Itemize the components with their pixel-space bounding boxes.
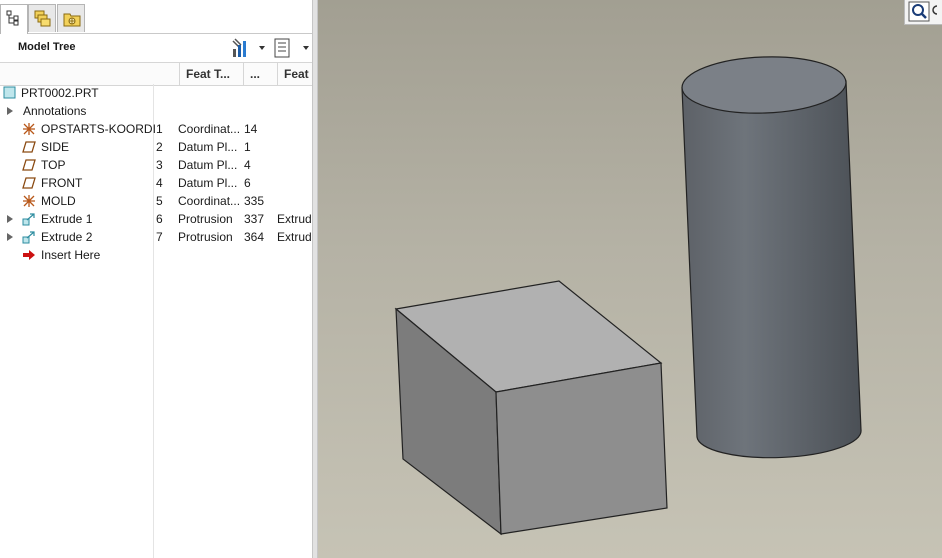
zoom-button[interactable] — [904, 0, 942, 25]
feature-type: Protrusion — [178, 230, 233, 244]
feature-name: Extrude 1 — [41, 212, 93, 226]
feature-number: 1 — [156, 122, 163, 136]
expand-arrow-icon[interactable] — [7, 107, 13, 115]
feature-type: Coordinat... — [178, 194, 241, 208]
expand-arrow-icon[interactable] — [7, 233, 13, 241]
tree-root[interactable]: PRT0002.PRT — [0, 84, 312, 102]
tree-row[interactable]: TOP 3 Datum Pl... 4 — [0, 156, 312, 174]
insert-here-label: Insert Here — [41, 248, 101, 262]
insert-arrow-icon[interactable] — [22, 248, 36, 262]
tab-favorites[interactable] — [57, 4, 85, 32]
tools-icon — [230, 38, 266, 62]
model-tree: PRT0002.PRT Annotations OPSTARTS-KOORDI … — [0, 84, 312, 558]
feature-number: 4 — [156, 176, 163, 190]
graphics-viewport[interactable] — [318, 0, 942, 558]
feature-name: TOP — [41, 158, 66, 172]
root-label: PRT0002.PRT — [21, 86, 99, 100]
feature-type: Datum Pl... — [178, 176, 238, 190]
extrude-1-body[interactable] — [394, 280, 668, 536]
tab-folder-browser[interactable] — [28, 4, 56, 32]
part-icon — [3, 86, 17, 100]
feature-id: 14 — [244, 122, 258, 136]
feature-number: 2 — [156, 140, 163, 154]
list-view-icon — [273, 38, 310, 62]
tree-row[interactable]: SIDE 2 Datum Pl... 1 — [0, 138, 312, 156]
coordinate-system-icon — [22, 122, 36, 136]
feature-name: SIDE — [41, 140, 70, 154]
feature-name: FRONT — [41, 176, 83, 190]
navigator-tab-strip — [0, 0, 312, 34]
feature-id: 4 — [244, 158, 251, 172]
datum-plane-icon — [22, 158, 36, 172]
feature-number: 3 — [156, 158, 163, 172]
column-header-feat-type[interactable]: Feat T... — [179, 63, 243, 85]
panel-title: Model Tree — [18, 41, 76, 53]
model-view — [394, 54, 862, 536]
model-tree-panel: Model Tree Feat T... ... Feat PRT0002.PR… — [0, 0, 312, 558]
feature-number: 7 — [156, 230, 163, 244]
expand-arrow-icon[interactable] — [7, 215, 13, 223]
feature-type: Coordinat... — [178, 122, 241, 136]
magnifier-icon — [905, 1, 942, 27]
annotations-label: Annotations — [23, 104, 87, 118]
tree-row[interactable]: OPSTARTS-KOORDI 1 Coordinat... 14 — [0, 120, 312, 138]
show-dropdown-button[interactable] — [273, 37, 310, 59]
column-header-row: Feat T... ... Feat — [0, 62, 312, 86]
feature-number: 5 — [156, 194, 163, 208]
extrude-icon — [22, 212, 36, 226]
tree-row[interactable]: FRONT 4 Datum Pl... 6 — [0, 174, 312, 192]
datum-plane-icon — [22, 140, 36, 154]
feature-feat: Extrud — [277, 230, 312, 244]
feature-id: 335 — [244, 194, 265, 208]
datum-plane-icon — [22, 176, 36, 190]
column-header-feat-id[interactable]: ... — [243, 63, 277, 85]
feature-type: Datum Pl... — [178, 158, 238, 172]
extrude-icon — [22, 230, 36, 244]
feature-id: 337 — [244, 212, 265, 226]
model-tree-header: Model Tree — [0, 34, 312, 62]
tree-insert-here[interactable]: Insert Here — [0, 246, 312, 264]
feature-name: MOLD — [41, 194, 76, 208]
feature-name: OPSTARTS-KOORDI — [41, 122, 156, 136]
feature-id: 1 — [244, 140, 251, 154]
feature-feat: Extrud — [277, 212, 312, 226]
feature-type: Protrusion — [178, 212, 233, 226]
feature-id: 364 — [244, 230, 265, 244]
coordinate-system-icon — [22, 194, 36, 208]
tree-row[interactable]: Extrude 2 7 Protrusion 364 Extrud — [0, 228, 312, 246]
feature-name: Extrude 2 — [41, 230, 93, 244]
tree-row[interactable]: Extrude 1 6 Protrusion 337 Extrud — [0, 210, 312, 228]
tree-annotations[interactable]: Annotations — [0, 102, 312, 120]
tab-model-tree[interactable] — [0, 4, 28, 34]
extrude-2-body[interactable] — [681, 54, 862, 459]
column-header-feat[interactable]: Feat — [277, 63, 312, 85]
feature-number: 6 — [156, 212, 163, 226]
feature-id: 6 — [244, 176, 251, 190]
column-header-name[interactable] — [0, 63, 153, 85]
feature-type: Datum Pl... — [178, 140, 238, 154]
tree-row[interactable]: MOLD 5 Coordinat... 335 — [0, 192, 312, 210]
settings-dropdown-button[interactable] — [230, 37, 266, 59]
